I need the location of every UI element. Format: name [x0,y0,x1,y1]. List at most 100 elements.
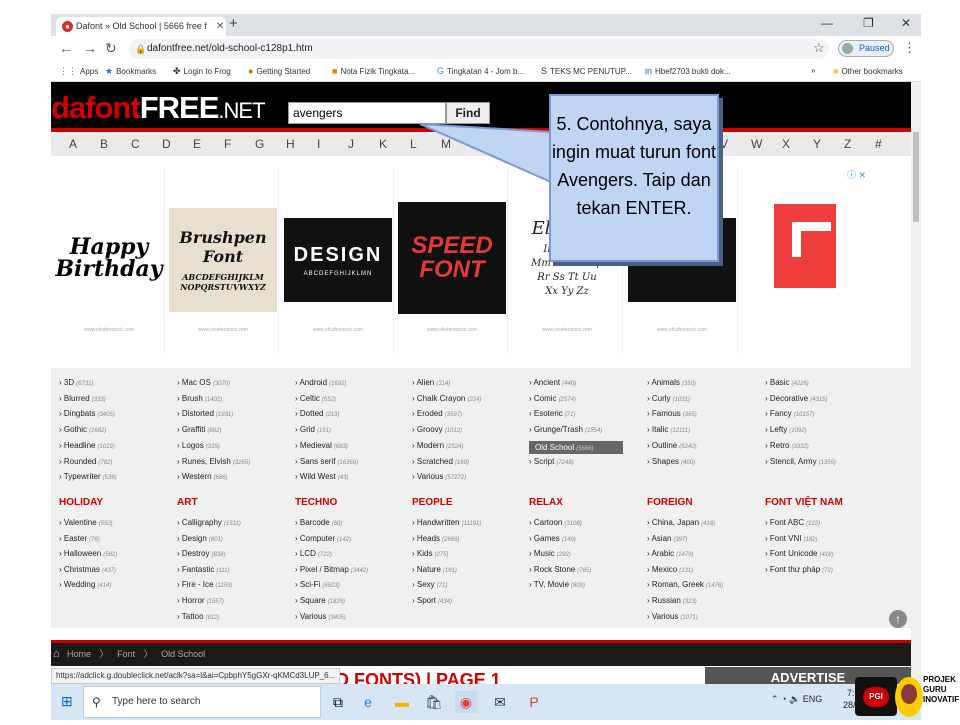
letter-link[interactable]: I [317,137,320,151]
maximize-icon[interactable]: ❐ [863,16,874,30]
category-link[interactable]: › Dingbats (3405) [59,409,115,418]
category-link[interactable]: › Scratched (160) [412,457,469,466]
letter-link[interactable]: X [782,137,790,151]
site-logo[interactable]: dafontFREE.NET [51,90,266,126]
letter-link[interactable]: # [875,137,882,151]
category-link[interactable]: › Dotted (213) [295,409,339,418]
search-input[interactable]: avengers [288,102,446,124]
letter-link[interactable]: N [472,137,481,151]
breadcrumb-font[interactable]: Font [117,649,135,659]
category-link[interactable]: › Groovy (1012) [412,425,462,434]
category-link[interactable]: › Various (3405) [295,612,346,621]
bookmark-teks-mc[interactable]: S TEKS MC PENUTUP... [541,66,632,76]
letter-link[interactable]: K [379,137,387,151]
tab-dafont[interactable]: ● Dafont » Old School | 5666 free f ✕ [56,17,226,36]
category-link[interactable]: › Easter (76) [59,534,100,543]
breadcrumb-old-school[interactable]: Old School [161,649,205,659]
language-indicator[interactable]: ENG [803,694,823,704]
category-link[interactable]: › Grid (151) [295,425,331,434]
letter-link[interactable]: Z [844,137,851,151]
close-tab-icon[interactable]: ✕ [216,17,224,36]
ad-happy-birthday[interactable]: Happy Birthday www.shutterstock.com [53,168,165,353]
category-link[interactable]: › Runes, Elvish (3265) [177,457,250,466]
category-link[interactable]: › Rock Stone (765) [529,565,591,574]
category-link[interactable]: › Outline (5240) [647,441,697,450]
category-link[interactable]: › Famous (365) [647,409,697,418]
page-scrollbar[interactable] [911,82,921,686]
close-window-icon[interactable]: ✕ [901,16,911,30]
category-link[interactable]: › Computer (142) [295,534,351,543]
category-link[interactable]: › Eroded (3597) [412,409,462,418]
letter-link[interactable]: M [441,137,451,151]
category-link[interactable]: › Christmas (437) [59,565,116,574]
category-link[interactable]: › Various (57272) [412,472,466,481]
letter-link[interactable]: L [410,137,417,151]
category-link[interactable]: › Barcode (60) [295,518,342,527]
category-link[interactable]: › Games (149) [529,534,576,543]
task-view-icon[interactable]: ⧉ [327,691,349,713]
category-link[interactable]: › Cartoon (3108) [529,518,582,527]
letter-link[interactable]: A [69,137,77,151]
ad-choices-icon[interactable]: ⓘ ✕ [847,168,866,181]
category-link[interactable]: › Script (7248) [529,457,574,466]
letter-link[interactable]: E [193,137,201,151]
bookmark-apps[interactable]: ⋮⋮ Apps [59,66,98,77]
category-link[interactable]: › Brush (1402) [177,394,222,403]
letter-link[interactable]: Y [813,137,821,151]
letter-link[interactable]: C [131,137,140,151]
category-link[interactable]: › Chalk Crayon (224) [412,394,481,403]
powerpoint-icon[interactable]: P [523,691,545,713]
category-link[interactable]: › Gothic (2682) [59,425,106,434]
bookmark-other[interactable]: ■ Other bookmarks [833,66,903,76]
letter-link[interactable]: W [751,137,762,151]
category-link[interactable]: › Animals (350) [647,378,696,387]
category-link[interactable]: › Mac OS (3070) [177,378,230,387]
reload-icon[interactable]: ↻ [105,40,117,57]
category-link[interactable]: › Various (1071) [647,612,698,621]
category-link[interactable]: › Mexico (131) [647,565,693,574]
bookmark-nota-fizik[interactable]: ■ Nota Fizik Tingkata... [332,66,415,76]
letter-link[interactable]: B [100,137,108,151]
category-link[interactable]: › Music (292) [529,549,571,558]
category-link[interactable]: › Sci-Fi (6503) [295,580,340,589]
category-link[interactable]: › Typewriter (536) [59,472,117,481]
bookmark-star-icon[interactable]: ☆ [813,40,825,56]
letter-link[interactable]: V [720,137,728,151]
home-icon[interactable]: ⌂ [53,643,60,665]
category-link[interactable]: › Arabic (1479) [647,549,693,558]
letter-link[interactable]: H [286,137,295,151]
edge-icon[interactable]: e [357,691,379,713]
category-link[interactable]: › China, Japan (418) [647,518,715,527]
category-link[interactable]: › Fancy (10157) [765,409,814,418]
category-link[interactable]: › Tattoo (612) [177,612,220,621]
category-link[interactable]: › Font Unicode (418) [765,549,834,558]
category-link[interactable]: › Stencil, Army (1355) [765,457,836,466]
category-link[interactable]: › Distorted (1931) [177,409,233,418]
bookmarks-overflow[interactable]: » [811,66,815,75]
letter-link[interactable]: G [255,137,264,151]
file-explorer-icon[interactable]: ▬ [391,691,413,713]
category-link[interactable]: › Font ABC (122) [765,518,820,527]
category-link[interactable]: › Logos (335) [177,441,220,450]
category-link[interactable]: › Handwritten (11191) [412,518,481,527]
category-link[interactable]: › Shapes (400) [647,457,695,466]
category-link[interactable]: › Italic (12111) [647,425,690,434]
category-link[interactable]: › Grunge/Trash (1554) [529,425,602,434]
category-link[interactable]: › Wedding (414) [59,580,111,589]
category-link[interactable]: › Decorative (4315) [765,394,827,403]
category-link[interactable]: › Curly (1031) [647,394,690,403]
clock-time[interactable]: 7: [847,688,855,698]
bookmark-tingkatan[interactable]: G Tingkatan 4 - Jom b... [437,66,524,76]
category-link[interactable]: › Kids (275) [412,549,448,558]
category-link[interactable]: › LCD (722) [295,549,332,558]
bookmark-hbef[interactable]: in Hbef2703 bukti dok... [645,66,731,76]
category-link[interactable]: › Basic (4226) [765,378,809,387]
chrome-icon[interactable]: ◉ [455,691,477,713]
new-tab-icon[interactable]: + [229,15,238,32]
minimize-icon[interactable]: — [821,16,833,30]
category-link[interactable]: › Wild West (43) [295,472,348,481]
volume-icon[interactable]: 🔈 [789,694,800,704]
category-link[interactable]: › Fantastic (111) [177,565,229,574]
letter-link[interactable]: D [162,137,171,151]
bookmark-bookmarks[interactable]: ★ Bookmarks [105,66,156,77]
